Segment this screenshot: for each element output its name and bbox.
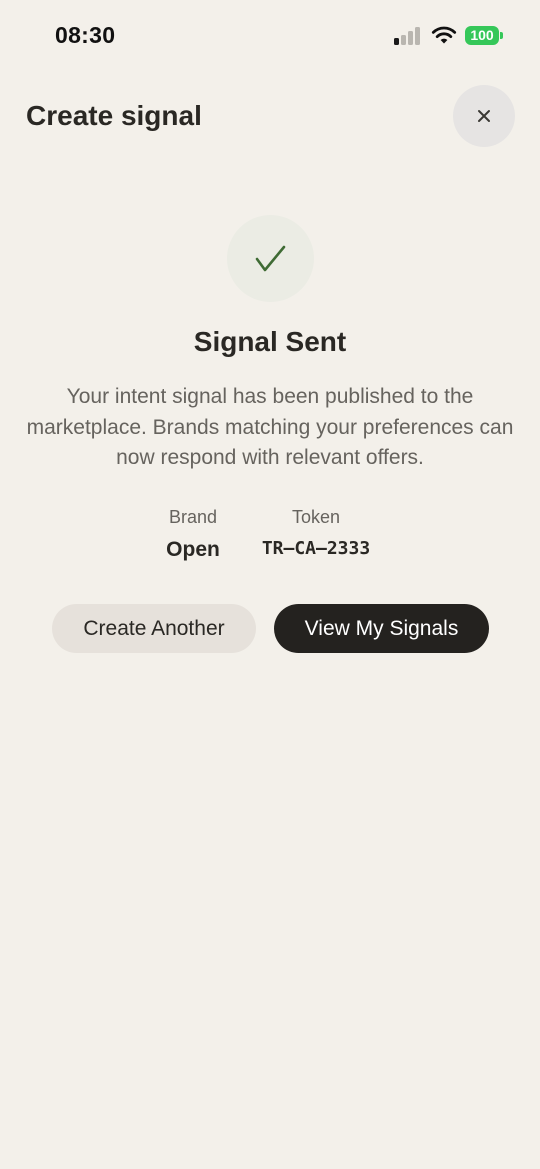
- battery-icon: 100: [465, 26, 499, 45]
- token-label: Token: [291, 507, 341, 527]
- token-value: TR–CA–2333: [261, 538, 371, 559]
- success-description: Your intent signal has been published to…: [26, 385, 514, 469]
- brand-label: Brand: [168, 507, 218, 527]
- close-icon: [478, 110, 490, 122]
- checkmark-icon: [255, 245, 286, 272]
- status-bar: 08:30 100: [0, 0, 540, 72]
- view-my-signals-button[interactable]: View My Signals: [274, 604, 489, 653]
- page-title: Create signal: [26, 100, 202, 131]
- close-button[interactable]: [453, 85, 515, 147]
- status-time: 08:30: [55, 22, 116, 48]
- create-another-button[interactable]: Create Another: [52, 604, 256, 653]
- success-title: Signal Sent: [193, 326, 347, 357]
- brand-value: Open: [166, 538, 220, 561]
- battery-cap: [500, 32, 503, 39]
- success-badge: [227, 215, 314, 302]
- cellular-signal-icon: [394, 27, 422, 45]
- battery-level: 100: [470, 27, 494, 43]
- wifi-icon: [431, 26, 457, 44]
